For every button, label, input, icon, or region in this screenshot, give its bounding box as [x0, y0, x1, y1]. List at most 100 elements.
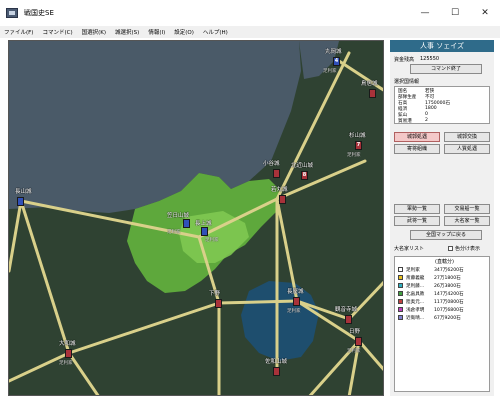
color-split-label: 色分け表示 — [455, 246, 481, 252]
minimize-button[interactable]: — — [410, 0, 440, 26]
castle-marker[interactable] — [345, 315, 352, 324]
castle-label: 大和城 — [59, 341, 76, 347]
hostage-button[interactable]: 人質処遇 — [444, 144, 490, 154]
castle-owner: 足利家 — [287, 309, 301, 314]
list-item[interactable]: 近衛晴... 67万9200石 — [398, 314, 461, 321]
color-swatch — [398, 307, 403, 312]
castle-label: 鳥居城 — [361, 81, 378, 87]
castle-marker[interactable] — [273, 367, 280, 376]
national-map-button[interactable]: 全国マップに戻る — [410, 230, 482, 240]
daimyo-value: 117万0800石 — [434, 299, 464, 305]
menu-command[interactable]: コマンド(C) — [42, 28, 72, 36]
province-info-box: 国名 若狭 部隊生産 不可 石高 1750000石 経済 1800 鉱山 0 貿… — [394, 86, 490, 124]
list-item[interactable]: 足利家 347万6200石 — [398, 266, 464, 273]
castle-owner: 足利家 — [323, 69, 337, 74]
castle-label: 長上城 — [195, 221, 212, 227]
color-swatch — [398, 275, 403, 280]
castle-marker[interactable] — [355, 337, 362, 346]
color-split-toggle[interactable]: 色分け表示 — [448, 245, 480, 252]
castle-handle-button[interactable]: 城郭処遇 — [394, 132, 440, 142]
info-value: 1800 — [425, 106, 437, 111]
daimyo-name: 足利家 — [406, 267, 420, 273]
daimyo-list[interactable]: (直轄分) 足利家 347万6200石 斎藤義龍 27万1800石 足利藤...… — [394, 256, 490, 392]
menu-province[interactable]: 国選択(K) — [82, 28, 106, 36]
list-item[interactable]: 足利藤... 26万3800石 — [398, 282, 461, 289]
info-value: 0 — [425, 112, 428, 117]
daimyo-list-button[interactable]: 大名家一覧 — [444, 216, 490, 226]
daimyo-name: 浅倉孝明 — [406, 307, 425, 313]
castle-owner: 足利家 — [59, 361, 73, 366]
castle-label: 若丸城 — [271, 187, 288, 193]
general-list-button[interactable]: 武将一覧 — [394, 216, 440, 226]
daimyo-name: 足利藤... — [406, 283, 425, 289]
side-panel: 人事 ソェイズ 資金残高 125550 コマンド終了 選択国情報 国名 若狭 部… — [390, 40, 494, 396]
castle-label: 丸岡城 — [325, 49, 342, 55]
daimyo-name: 陸奥元... — [406, 299, 425, 305]
menu-file[interactable]: ファイル(F) — [4, 28, 33, 36]
title-bar: 戦国史SE — ☐ ✕ — [0, 0, 500, 26]
close-button[interactable]: ✕ — [470, 0, 500, 26]
castle-marker[interactable]: 4 — [333, 57, 340, 66]
castle-marker[interactable]: 7 — [355, 141, 362, 150]
window-title: 戦国史SE — [24, 9, 54, 17]
list-item[interactable]: 浅倉孝明 107万6800石 — [398, 306, 464, 313]
castle-marker[interactable] — [183, 219, 190, 228]
menu-settings[interactable]: 設定(O) — [174, 28, 194, 36]
daimyo-name: 近衛晴... — [406, 315, 425, 321]
selected-info-label: 選択国情報 — [394, 79, 420, 85]
castle-marker[interactable] — [293, 297, 300, 306]
army-list-button[interactable]: 軍勢一覧 — [394, 204, 440, 214]
maximize-button[interactable]: ☐ — [440, 0, 470, 26]
castle-label: 杉山城 — [349, 133, 366, 139]
castle-label: 北近山城 — [291, 163, 314, 169]
funds-value: 125550 — [420, 56, 440, 62]
castle-owner: 足利家 — [167, 230, 181, 235]
list-item[interactable]: 斎藤義龍 27万1800石 — [398, 274, 461, 281]
daimyo-value: 107万6800石 — [434, 307, 464, 313]
castle-label: 長屋城 — [287, 289, 304, 295]
color-swatch — [398, 315, 403, 320]
menu-bar: ファイル(F) コマンド(C) 国選択(K) 城選択(S) 情報(I) 設定(O… — [0, 26, 500, 38]
castle-marker[interactable] — [201, 227, 208, 236]
daimyo-name: 北畠具教 — [406, 291, 425, 297]
color-swatch — [398, 283, 403, 288]
castle-owner: 足利家 — [347, 153, 361, 158]
castle-label: 下野 — [209, 291, 221, 297]
list-header: (直轄分) — [435, 259, 454, 265]
castle-label: 佐和山城 — [265, 359, 288, 365]
castle-label: 小谷城 — [263, 161, 280, 167]
list-item[interactable]: 北畠具教 147万4200石 — [398, 290, 464, 297]
daimyo-value: 27万1800石 — [434, 275, 461, 281]
trade-ship-list-button[interactable]: 交易船一覧 — [444, 204, 490, 214]
menu-help[interactable]: ヘルプ(H) — [203, 28, 228, 36]
command-end-button[interactable]: コマンド終了 — [410, 64, 482, 74]
castle-marker[interactable] — [369, 89, 376, 98]
menu-info[interactable]: 情報(I) — [148, 28, 165, 36]
list-item[interactable]: 陸奥元... 117万0800石 — [398, 298, 464, 305]
map-view[interactable]: 4 丸岡城 足利家 鳥居城 7 杉山城 足利家 8 北近山城 小谷城 若丸城 笠… — [8, 40, 384, 396]
castle-label: 観音寺城 — [335, 307, 358, 313]
checkbox-icon[interactable] — [448, 246, 453, 251]
daimyo-value: 67万9200石 — [434, 315, 461, 321]
castle-exchange-button[interactable]: 城郭交換 — [444, 132, 490, 142]
castle-marker[interactable] — [279, 195, 286, 204]
castle-label: 長山城 — [15, 189, 32, 195]
castle-marker[interactable]: 8 — [301, 171, 308, 180]
castle-label: 笠日山城 — [167, 213, 190, 219]
info-value: 2 — [425, 118, 428, 123]
retainer-button[interactable]: 寄将組織 — [394, 144, 440, 154]
window-controls: — ☐ ✕ — [410, 0, 500, 26]
castle-marker[interactable] — [65, 349, 72, 358]
castle-marker[interactable] — [273, 169, 280, 178]
castle-owner: 足利家 — [347, 349, 361, 354]
daimyo-value: 347万6200石 — [434, 267, 464, 273]
daimyo-name: 斎藤義龍 — [406, 275, 425, 281]
castle-label: 日野 — [349, 329, 361, 335]
color-swatch — [398, 267, 403, 272]
menu-castle[interactable]: 城選択(S) — [115, 28, 139, 36]
castle-marker[interactable] — [215, 299, 222, 308]
color-swatch — [398, 291, 403, 296]
funds-label: 資金残高 — [394, 57, 415, 63]
castle-marker[interactable] — [17, 197, 24, 206]
daimyo-value: 26万3800石 — [434, 283, 461, 289]
